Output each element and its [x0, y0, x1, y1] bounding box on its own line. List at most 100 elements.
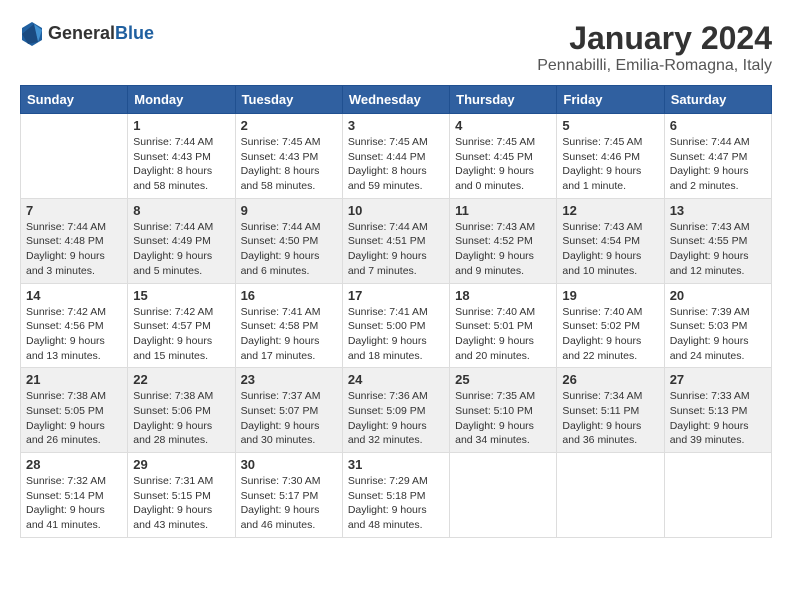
day-number: 26: [562, 372, 658, 387]
header-tuesday: Tuesday: [235, 86, 342, 114]
day-info: Sunrise: 7:44 AM Sunset: 4:43 PM Dayligh…: [133, 135, 229, 194]
day-info: Sunrise: 7:44 AM Sunset: 4:48 PM Dayligh…: [26, 220, 122, 279]
calendar-week-5: 28Sunrise: 7:32 AM Sunset: 5:14 PM Dayli…: [21, 453, 772, 538]
day-info: Sunrise: 7:44 AM Sunset: 4:50 PM Dayligh…: [241, 220, 337, 279]
calendar-cell: 24 Sunrise: 7:36 AM Sunset: 5:09 PM Dayli…: [342, 368, 449, 453]
calendar-cell: 25 Sunrise: 7:35 AM Sunset: 5:10 PM Dayli…: [450, 368, 557, 453]
day-info: Sunrise: 7:38 AM Sunset: 5:06 PM Dayligh…: [133, 389, 229, 448]
day-info: Sunrise: 7:40 AM Sunset: 5:02 PM Dayligh…: [562, 305, 658, 364]
day-info: Sunrise: 7:30 AM Sunset: 5:17 PM Dayligh…: [241, 474, 337, 533]
calendar-cell: 18 Sunrise: 7:40 AM Sunset: 5:01 PM Dayli…: [450, 283, 557, 368]
logo-general: GeneralBlue: [48, 24, 154, 44]
calendar-cell: 14Sunrise: 7:42 AM Sunset: 4:56 PM Dayli…: [21, 283, 128, 368]
calendar-cell: 11 Sunrise: 7:43 AM Sunset: 4:52 PM Dayli…: [450, 198, 557, 283]
day-info: Sunrise: 7:29 AM Sunset: 5:18 PM Dayligh…: [348, 474, 444, 533]
day-number: 22: [133, 372, 229, 387]
day-number: 29: [133, 457, 229, 472]
header-friday: Friday: [557, 86, 664, 114]
day-info: Sunrise: 7:32 AM Sunset: 5:14 PM Dayligh…: [26, 474, 122, 533]
day-number: 7: [26, 203, 122, 218]
day-info: Sunrise: 7:36 AM Sunset: 5:09 PM Dayligh…: [348, 389, 444, 448]
calendar-cell: 7 Sunrise: 7:44 AM Sunset: 4:48 PM Daylig…: [21, 198, 128, 283]
day-number: 25: [455, 372, 551, 387]
calendar-cell: 30Sunrise: 7:30 AM Sunset: 5:17 PM Dayli…: [235, 453, 342, 538]
day-info: Sunrise: 7:33 AM Sunset: 5:13 PM Dayligh…: [670, 389, 766, 448]
calendar-cell: 28Sunrise: 7:32 AM Sunset: 5:14 PM Dayli…: [21, 453, 128, 538]
calendar-cell: 12Sunrise: 7:43 AM Sunset: 4:54 PM Dayli…: [557, 198, 664, 283]
calendar-cell: 6Sunrise: 7:44 AM Sunset: 4:47 PM Daylig…: [664, 114, 771, 199]
calendar-cell: 29 Sunrise: 7:31 AM Sunset: 5:15 PM Dayli…: [128, 453, 235, 538]
calendar-week-3: 14Sunrise: 7:42 AM Sunset: 4:56 PM Dayli…: [21, 283, 772, 368]
calendar-cell: 5 Sunrise: 7:45 AM Sunset: 4:46 PM Daylig…: [557, 114, 664, 199]
day-number: 23: [241, 372, 337, 387]
calendar-cell: 19Sunrise: 7:40 AM Sunset: 5:02 PM Dayli…: [557, 283, 664, 368]
calendar-week-2: 7 Sunrise: 7:44 AM Sunset: 4:48 PM Daylig…: [21, 198, 772, 283]
day-number: 11: [455, 203, 551, 218]
day-number: 27: [670, 372, 766, 387]
day-info: Sunrise: 7:45 AM Sunset: 4:45 PM Dayligh…: [455, 135, 551, 194]
calendar-cell: 8 Sunrise: 7:44 AM Sunset: 4:49 PM Daylig…: [128, 198, 235, 283]
calendar-cell: 3 Sunrise: 7:45 AM Sunset: 4:44 PM Daylig…: [342, 114, 449, 199]
day-number: 9: [241, 203, 337, 218]
calendar-cell: [21, 114, 128, 199]
day-number: 8: [133, 203, 229, 218]
day-info: Sunrise: 7:45 AM Sunset: 4:46 PM Dayligh…: [562, 135, 658, 194]
day-number: 21: [26, 372, 122, 387]
day-info: Sunrise: 7:45 AM Sunset: 4:44 PM Dayligh…: [348, 135, 444, 194]
day-info: Sunrise: 7:31 AM Sunset: 5:15 PM Dayligh…: [133, 474, 229, 533]
page-header: GeneralBlue January 2024 Pennabilli, Emi…: [20, 20, 772, 75]
calendar-cell: [450, 453, 557, 538]
calendar-cell: 27 Sunrise: 7:33 AM Sunset: 5:13 PM Dayli…: [664, 368, 771, 453]
header-saturday: Saturday: [664, 86, 771, 114]
day-info: Sunrise: 7:43 AM Sunset: 4:52 PM Dayligh…: [455, 220, 551, 279]
header-wednesday: Wednesday: [342, 86, 449, 114]
calendar-cell: 9 Sunrise: 7:44 AM Sunset: 4:50 PM Daylig…: [235, 198, 342, 283]
day-number: 6: [670, 118, 766, 133]
day-info: Sunrise: 7:43 AM Sunset: 4:55 PM Dayligh…: [670, 220, 766, 279]
day-info: Sunrise: 7:45 AM Sunset: 4:43 PM Dayligh…: [241, 135, 337, 194]
calendar-body: 1Sunrise: 7:44 AM Sunset: 4:43 PM Daylig…: [21, 114, 772, 538]
calendar-cell: 13 Sunrise: 7:43 AM Sunset: 4:55 PM Dayli…: [664, 198, 771, 283]
logo-icon: [20, 20, 44, 48]
calendar-header: Sunday Monday Tuesday Wednesday Thursday…: [21, 86, 772, 114]
day-info: Sunrise: 7:42 AM Sunset: 4:56 PM Dayligh…: [26, 305, 122, 364]
calendar-week-1: 1Sunrise: 7:44 AM Sunset: 4:43 PM Daylig…: [21, 114, 772, 199]
day-number: 16: [241, 288, 337, 303]
location: Pennabilli, Emilia-Romagna, Italy: [537, 57, 772, 75]
weekday-row: Sunday Monday Tuesday Wednesday Thursday…: [21, 86, 772, 114]
day-number: 3: [348, 118, 444, 133]
calendar-cell: 4Sunrise: 7:45 AM Sunset: 4:45 PM Daylig…: [450, 114, 557, 199]
month-title: January 2024: [537, 20, 772, 57]
day-number: 13: [670, 203, 766, 218]
calendar-cell: 2 Sunrise: 7:45 AM Sunset: 4:43 PM Daylig…: [235, 114, 342, 199]
calendar-week-4: 21Sunrise: 7:38 AM Sunset: 5:05 PM Dayli…: [21, 368, 772, 453]
day-number: 2: [241, 118, 337, 133]
day-number: 15: [133, 288, 229, 303]
day-info: Sunrise: 7:37 AM Sunset: 5:07 PM Dayligh…: [241, 389, 337, 448]
calendar-cell: 10Sunrise: 7:44 AM Sunset: 4:51 PM Dayli…: [342, 198, 449, 283]
day-number: 18: [455, 288, 551, 303]
day-number: 10: [348, 203, 444, 218]
day-info: Sunrise: 7:35 AM Sunset: 5:10 PM Dayligh…: [455, 389, 551, 448]
day-number: 24: [348, 372, 444, 387]
calendar-cell: 16 Sunrise: 7:41 AM Sunset: 4:58 PM Dayli…: [235, 283, 342, 368]
day-info: Sunrise: 7:40 AM Sunset: 5:01 PM Dayligh…: [455, 305, 551, 364]
calendar-cell: [557, 453, 664, 538]
header-monday: Monday: [128, 86, 235, 114]
calendar-cell: 1Sunrise: 7:44 AM Sunset: 4:43 PM Daylig…: [128, 114, 235, 199]
day-info: Sunrise: 7:41 AM Sunset: 4:58 PM Dayligh…: [241, 305, 337, 364]
calendar-cell: 15Sunrise: 7:42 AM Sunset: 4:57 PM Dayli…: [128, 283, 235, 368]
header-thursday: Thursday: [450, 86, 557, 114]
day-number: 5: [562, 118, 658, 133]
calendar-table: Sunday Monday Tuesday Wednesday Thursday…: [20, 85, 772, 538]
day-info: Sunrise: 7:39 AM Sunset: 5:03 PM Dayligh…: [670, 305, 766, 364]
day-number: 17: [348, 288, 444, 303]
calendar-cell: 31 Sunrise: 7:29 AM Sunset: 5:18 PM Dayli…: [342, 453, 449, 538]
day-number: 12: [562, 203, 658, 218]
calendar-cell: 17Sunrise: 7:41 AM Sunset: 5:00 PM Dayli…: [342, 283, 449, 368]
calendar-cell: 22 Sunrise: 7:38 AM Sunset: 5:06 PM Dayli…: [128, 368, 235, 453]
day-number: 20: [670, 288, 766, 303]
day-info: Sunrise: 7:44 AM Sunset: 4:49 PM Dayligh…: [133, 220, 229, 279]
day-number: 31: [348, 457, 444, 472]
calendar-cell: 21Sunrise: 7:38 AM Sunset: 5:05 PM Dayli…: [21, 368, 128, 453]
